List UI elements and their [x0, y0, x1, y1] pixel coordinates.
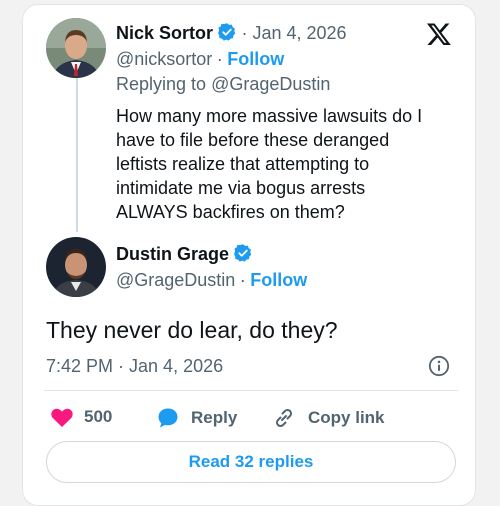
avatar-dustin-grage[interactable] [46, 237, 106, 297]
tweet-text-line: ALWAYS backfires on them? [116, 202, 345, 222]
tweet1-header: Nick Sortor · Jan 4, 2026 [116, 22, 347, 46]
info-icon[interactable] [428, 355, 450, 377]
tweet2-text: They never do lear, do they? [46, 317, 338, 343]
heart-icon [51, 408, 73, 427]
tweet2-handle-row: @GrageDustin · Follow [116, 269, 307, 293]
tweet-text-line: How many more massive lawsuits do I [116, 106, 423, 126]
reply-button[interactable]: Reply [156, 406, 237, 430]
divider [44, 390, 458, 391]
tweet-text-line: leftists realize that attempting to [116, 154, 370, 174]
replying-handle[interactable]: @GrageDustin [211, 74, 330, 94]
tweet-timestamp[interactable]: 7:42 PM · Jan 4, 2026 [46, 355, 223, 377]
verified-badge-icon [234, 244, 252, 262]
link-icon [275, 408, 293, 428]
reply-bubble-icon [158, 408, 178, 428]
tweet1-text: How many more massive lawsuits do I have… [116, 104, 452, 224]
replying-to: Replying to @GrageDustin [116, 73, 330, 97]
follow-link[interactable]: Follow [227, 49, 284, 69]
like-button[interactable]: 500 [50, 406, 112, 428]
read-replies-label: Read 32 replies [188, 452, 314, 471]
tweet2-header: Dustin Grage [116, 243, 253, 267]
author-handle[interactable]: @nicksortor [116, 49, 212, 69]
copy-link-label: Copy link [308, 408, 385, 427]
author-handle[interactable]: @GrageDustin [116, 270, 235, 290]
tweet-date[interactable]: · Jan 4, 2026 [241, 23, 346, 43]
like-count: 500 [84, 407, 113, 426]
tweet-text-line: have to file before these deranged [116, 130, 390, 150]
thread-connector [76, 78, 78, 232]
avatar-nick-sortor[interactable] [46, 18, 106, 78]
tweet-text-line: intimidate me via bogus arrests [116, 178, 366, 198]
tweet1-handle-row: @nicksortor · Follow [116, 48, 284, 72]
follow-link[interactable]: Follow [250, 270, 307, 290]
separator-dot: · [239, 270, 246, 290]
read-replies-button[interactable]: Read 32 replies [46, 441, 456, 483]
copy-link-button[interactable]: Copy link [272, 406, 385, 430]
replying-prefix: Replying to [116, 74, 212, 94]
verified-badge-icon [218, 23, 236, 41]
separator-dot: · [216, 49, 223, 69]
x-logo-icon[interactable] [426, 21, 452, 47]
reply-label: Reply [191, 408, 238, 427]
author-name[interactable]: Dustin Grage [116, 244, 229, 264]
author-name[interactable]: Nick Sortor [116, 23, 213, 43]
